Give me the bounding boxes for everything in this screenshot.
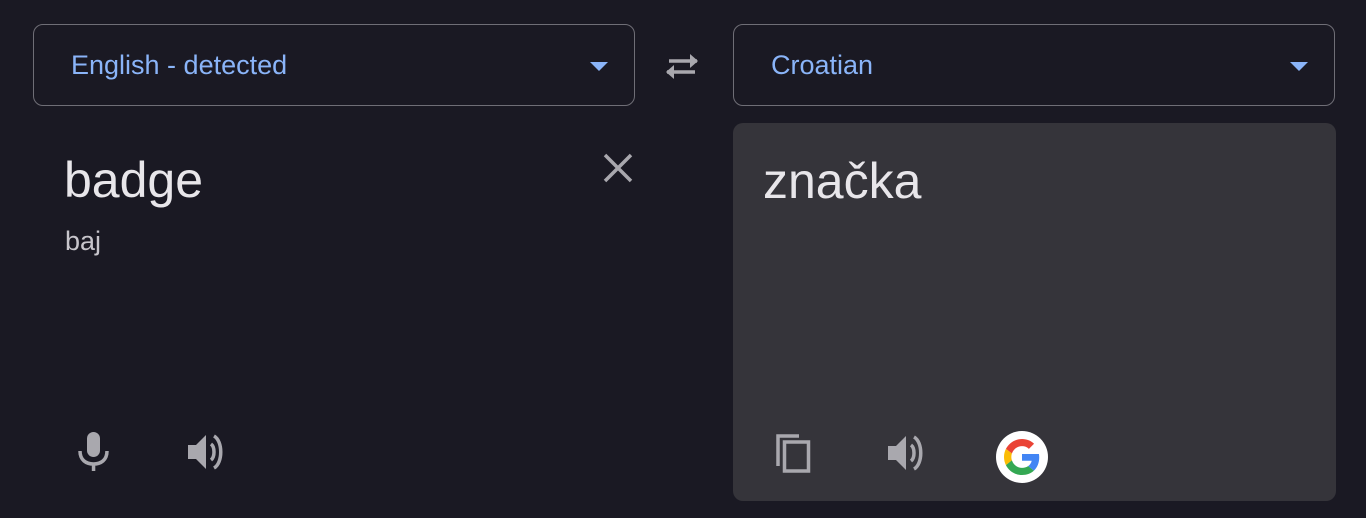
source-language-select[interactable]: English - detected [33, 24, 635, 106]
target-listen-button[interactable] [884, 431, 928, 475]
translate-widget: English - detected Croatian badge baj zn… [0, 0, 1366, 518]
speaker-icon [888, 435, 923, 471]
voice-input-button[interactable] [72, 430, 116, 474]
source-text-input[interactable]: badge [64, 150, 203, 210]
translation-output-panel: značka [733, 123, 1336, 501]
speaker-icon [188, 434, 223, 470]
source-transliteration: baj [65, 226, 102, 256]
source-language-label: English - detected [71, 49, 288, 80]
swap-languages-icon [666, 54, 698, 79]
chevron-down-icon [590, 62, 608, 71]
source-listen-button[interactable] [184, 430, 228, 474]
translation-text: značka [763, 153, 922, 209]
target-language-select[interactable]: Croatian [733, 24, 1335, 106]
google-search-button[interactable] [996, 431, 1048, 483]
chevron-down-icon [1290, 62, 1308, 71]
copy-translation-button[interactable] [771, 431, 815, 475]
clear-source-button[interactable] [597, 147, 639, 189]
copy-icon [776, 434, 811, 473]
swap-languages-button[interactable] [660, 48, 704, 84]
target-language-label: Croatian [771, 49, 874, 80]
microphone-icon [78, 432, 109, 471]
close-icon [603, 153, 633, 183]
google-logo-icon [1004, 439, 1040, 475]
